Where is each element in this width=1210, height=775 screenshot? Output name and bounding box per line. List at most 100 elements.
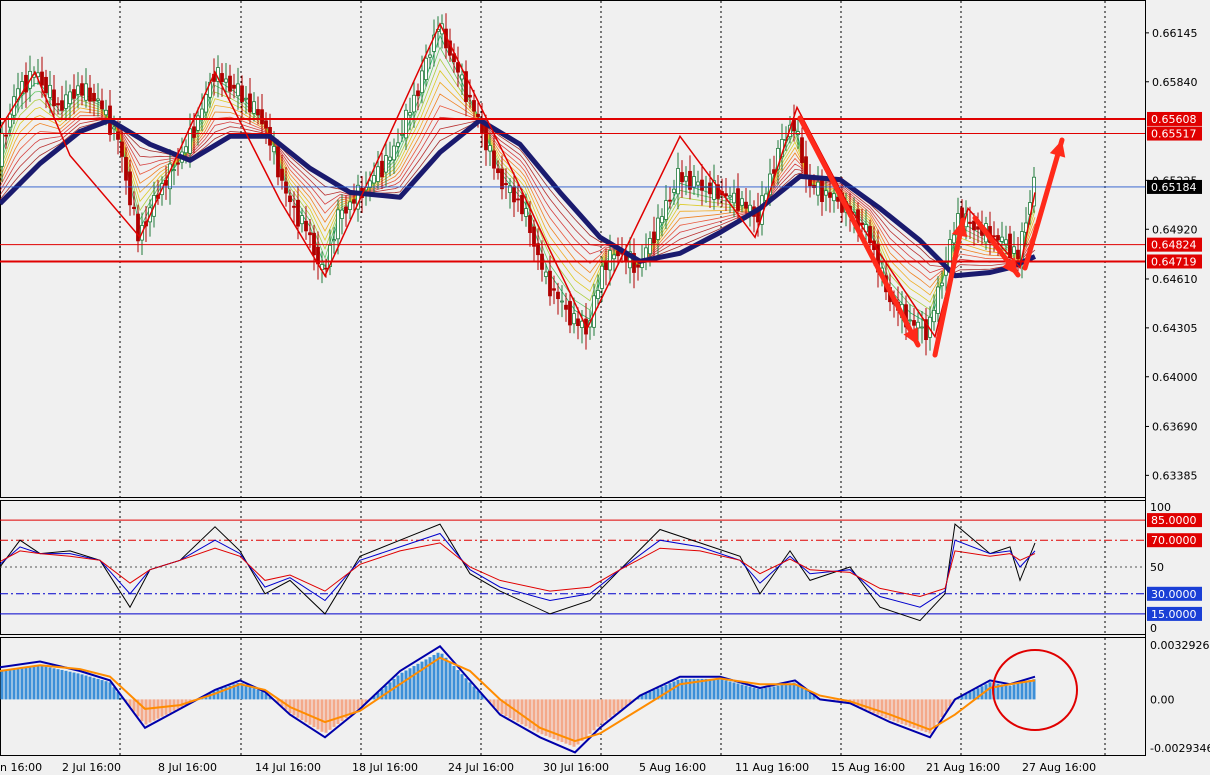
macd-histogram-bar xyxy=(896,699,900,723)
candle-body xyxy=(412,94,416,113)
macd-histogram-bar xyxy=(756,688,760,700)
macd-histogram-bar xyxy=(940,699,944,718)
macd-histogram-bar xyxy=(248,686,252,700)
macd-histogram-bar xyxy=(988,682,992,700)
time-axis-label: 21 Aug 16:00 xyxy=(926,761,1000,774)
macd-histogram-bar xyxy=(620,699,624,710)
macd-histogram-bar xyxy=(592,699,596,731)
candle-body xyxy=(304,220,308,232)
macd-histogram-bar xyxy=(648,691,652,700)
candle-body xyxy=(544,271,548,277)
stoch-level-tag: 15.0000 xyxy=(1147,606,1202,621)
candle-body xyxy=(292,205,296,208)
candle-body xyxy=(296,199,300,227)
macd-histogram-bar xyxy=(324,699,328,733)
macd-histogram-bar xyxy=(108,682,112,700)
candle-body xyxy=(580,320,584,328)
macd-histogram-bar xyxy=(672,681,676,700)
candle-body xyxy=(920,326,924,329)
macd-histogram-bar xyxy=(20,667,24,700)
candle-body xyxy=(492,150,496,169)
candle-body xyxy=(352,199,356,204)
candle-body xyxy=(684,175,688,182)
macd-histogram-bar xyxy=(612,699,616,715)
time-axis-label: n 16:00 xyxy=(0,761,42,774)
macd-histogram-bar xyxy=(304,699,308,723)
macd-histogram-bar xyxy=(608,699,612,718)
macd-histogram-bar xyxy=(472,686,476,700)
macd-histogram-bar xyxy=(728,681,732,700)
candle-body xyxy=(400,133,404,136)
macd-histogram-bar xyxy=(132,699,136,712)
time-axis-label: 24 Jul 16:00 xyxy=(448,761,514,774)
macd-histogram-bar xyxy=(584,699,588,738)
macd-histogram-bar xyxy=(708,678,712,700)
macd-histogram-bar xyxy=(300,699,304,721)
time-axis-label: 18 Jul 16:00 xyxy=(352,761,418,774)
macd-histogram-bar xyxy=(804,689,808,700)
macd-histogram-bar xyxy=(676,679,680,700)
candle-body xyxy=(112,126,116,130)
candle-body xyxy=(516,198,520,201)
macd-histogram-bar xyxy=(596,699,600,727)
candle-body xyxy=(428,54,432,58)
candle-body xyxy=(96,98,100,101)
macd-axis-label: -0.0029346 xyxy=(1150,742,1210,755)
macd-histogram-bar xyxy=(660,686,664,700)
macd-histogram-bar xyxy=(56,669,60,700)
candle-body xyxy=(384,155,388,173)
candle-body xyxy=(676,168,680,195)
candle-body xyxy=(820,179,824,202)
macd-histogram-bar xyxy=(784,684,788,700)
candle-body xyxy=(116,131,120,140)
candle-body xyxy=(488,145,492,152)
macd-histogram-bar xyxy=(416,663,420,700)
candle-body xyxy=(636,264,640,268)
candle-body xyxy=(344,206,348,214)
macd-histogram-bar xyxy=(72,672,76,700)
macd-histogram-bar xyxy=(520,699,524,725)
candle-body xyxy=(264,120,268,129)
candle-body xyxy=(60,100,64,111)
macd-histogram-bar xyxy=(508,699,512,719)
candle-body xyxy=(468,94,472,98)
time-axis-label: 15 Aug 16:00 xyxy=(831,761,905,774)
candle-body xyxy=(932,309,936,323)
candle-body xyxy=(748,204,752,212)
candle-body xyxy=(832,193,836,202)
chart-canvas[interactable]: n 16:00 2 Jul 16:00 8 Jul 16:00 14 Jul 16:0… xyxy=(0,0,1210,775)
candle-body xyxy=(476,113,480,117)
candle-body xyxy=(288,195,292,203)
macd-histogram-bar xyxy=(156,699,160,719)
macd-histogram-bar xyxy=(260,691,264,700)
candle-body xyxy=(596,289,600,299)
candle-body xyxy=(556,291,560,300)
macd-histogram-bar xyxy=(80,674,84,700)
macd-histogram-bar xyxy=(408,668,412,700)
candle-body xyxy=(648,238,652,255)
main-panel xyxy=(0,0,1146,498)
candle-body xyxy=(64,94,68,109)
candle-body xyxy=(576,318,580,327)
macd-histogram-bar xyxy=(396,675,400,700)
candle-body xyxy=(652,231,656,244)
candle-body xyxy=(460,74,464,80)
candle-body xyxy=(968,221,972,224)
candle-body xyxy=(68,91,72,105)
candle-body xyxy=(176,162,180,165)
candle-body xyxy=(388,156,392,161)
candle-body xyxy=(656,217,660,240)
candle-body xyxy=(724,193,728,197)
macd-histogram-bar xyxy=(148,699,152,723)
candle-body xyxy=(668,199,672,202)
price-axis-label: 0.63690 xyxy=(1152,420,1198,433)
candle-body xyxy=(240,85,244,102)
macd-histogram-bar xyxy=(60,669,64,700)
macd-histogram-bar xyxy=(448,661,452,700)
macd-histogram-bar xyxy=(312,699,316,728)
time-axis-label: 2 Jul 16:00 xyxy=(62,761,121,774)
candle-body xyxy=(568,301,572,326)
candle-body xyxy=(664,200,668,220)
candle-body xyxy=(816,181,820,196)
candle-body xyxy=(72,89,76,99)
